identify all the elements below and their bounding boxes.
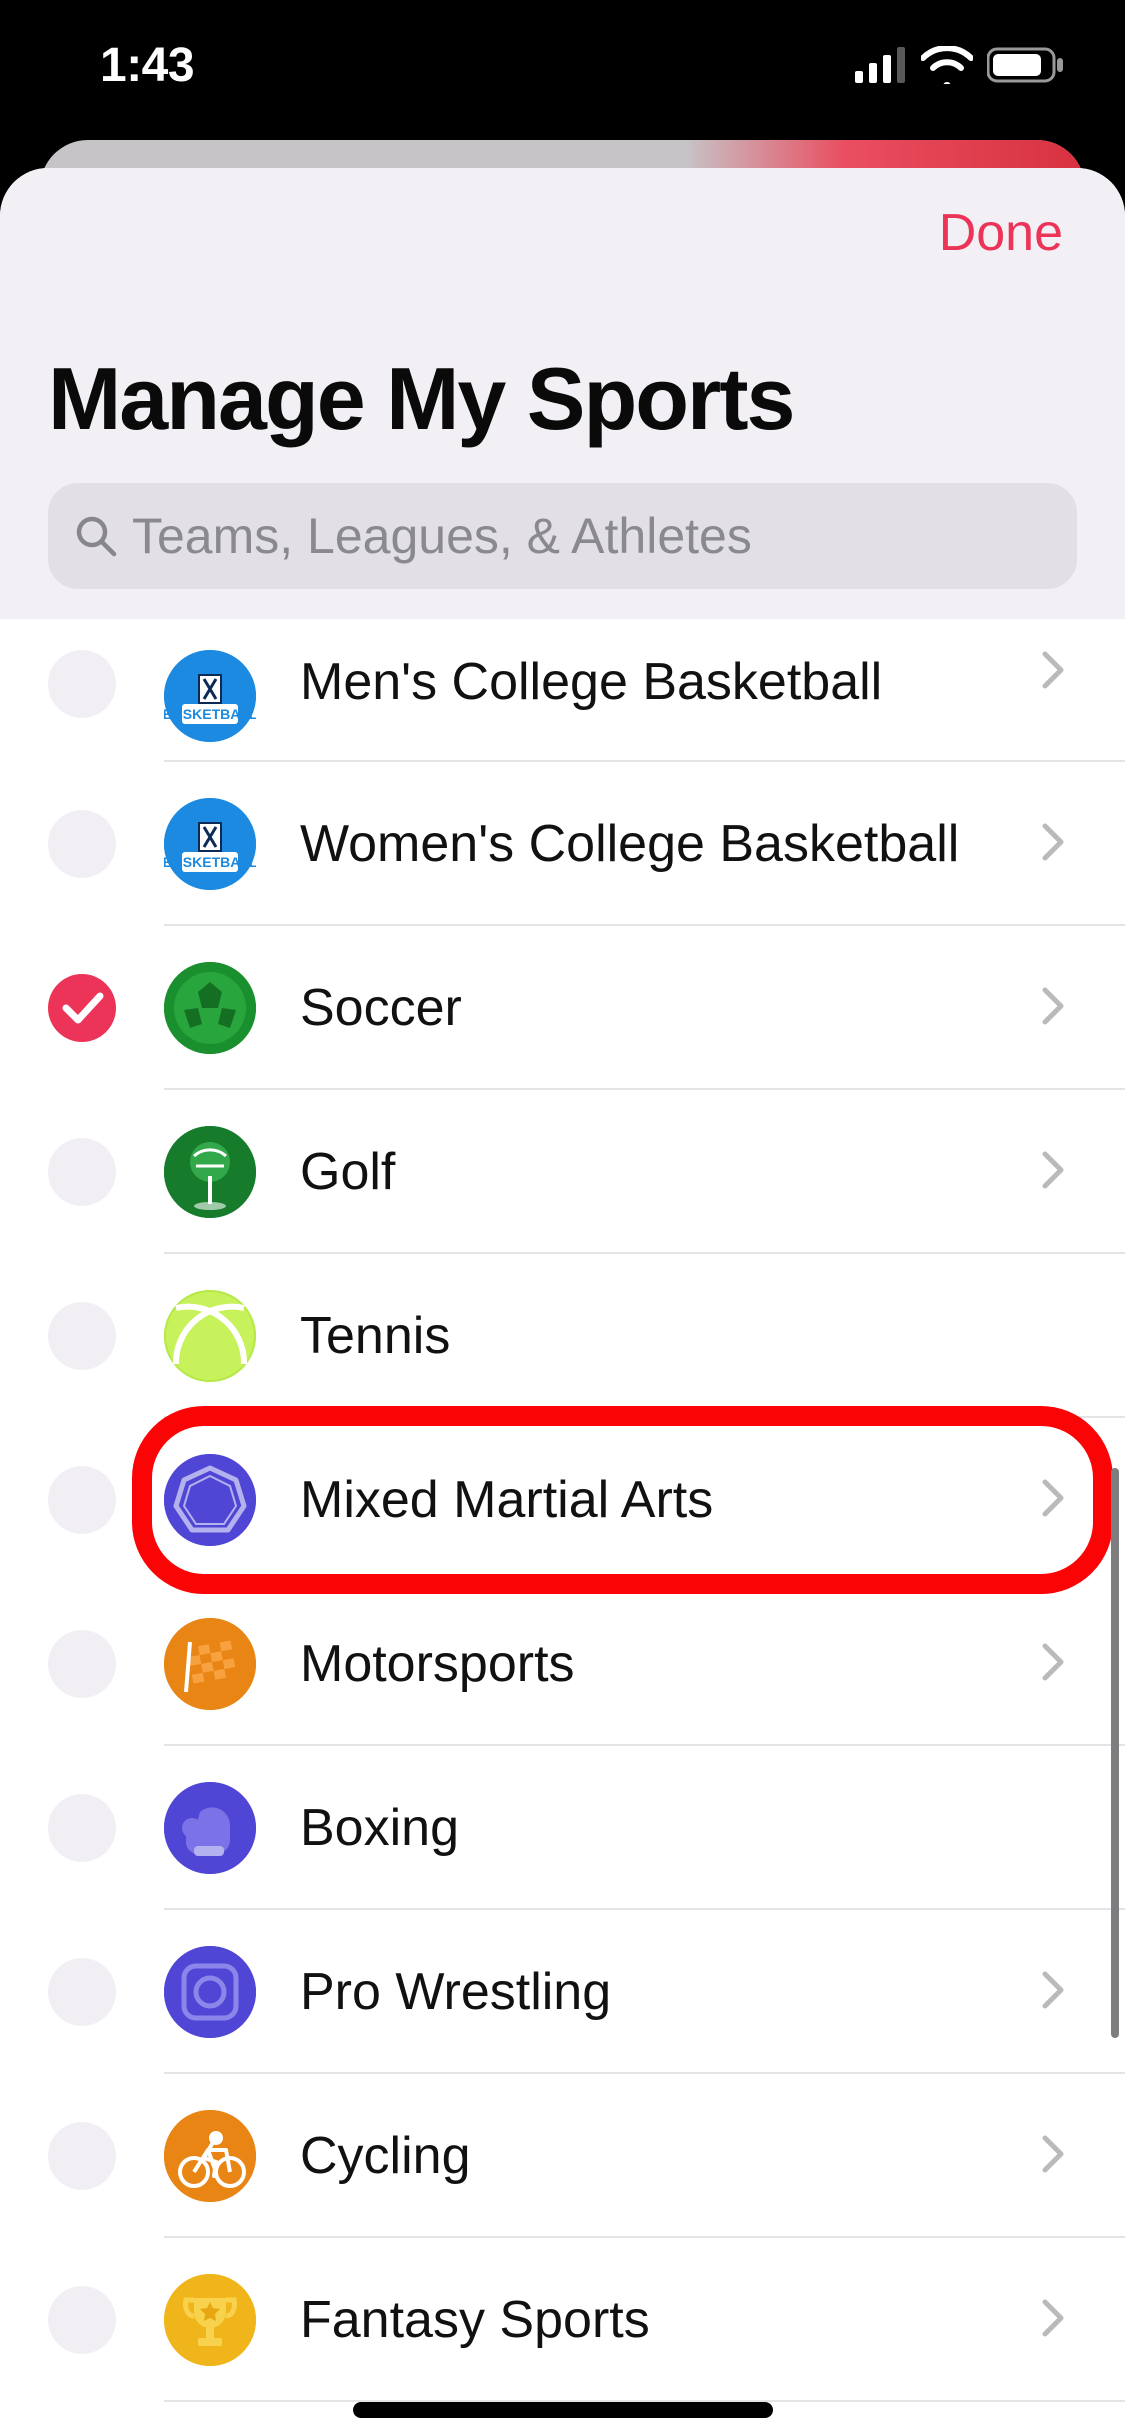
trophy-icon: [164, 2274, 256, 2366]
sport-label: Golf: [300, 1142, 1037, 1202]
add-sport-button[interactable]: [48, 650, 116, 718]
wrestling-icon: [164, 1946, 256, 2038]
modal-sheet: Done Manage My Sports Men's College Bask…: [0, 168, 1125, 2436]
chevron-right-icon: [1037, 2298, 1069, 2343]
sport-row-mens-college-basketball[interactable]: Men's College Basketball: [0, 646, 1125, 762]
sport-label: Tennis: [300, 1306, 1069, 1366]
search-field[interactable]: [48, 483, 1077, 589]
sport-row-pro-wrestling[interactable]: Pro Wrestling: [0, 1910, 1125, 2074]
chevron-right-icon: [1037, 1478, 1069, 1523]
sport-row-womens-college-basketball[interactable]: Women's College Basketball: [0, 762, 1125, 926]
sport-row-boxing[interactable]: Boxing: [0, 1746, 1125, 1910]
chevron-right-icon: [1037, 986, 1069, 1031]
sheet-header: Done Manage My Sports: [0, 168, 1125, 619]
sport-row-fantasy-sports[interactable]: Fantasy Sports: [0, 2238, 1125, 2402]
sport-row-mixed-martial-arts[interactable]: Mixed Martial Arts: [0, 1418, 1125, 1582]
sport-label: Soccer: [300, 978, 1037, 1038]
chevron-right-icon: [1037, 1970, 1069, 2015]
add-sport-button[interactable]: [48, 2122, 116, 2190]
ncaa-basketball-icon: [164, 798, 256, 890]
cellular-icon: [855, 47, 907, 83]
add-sport-button[interactable]: [48, 1302, 116, 1370]
sport-label: Mixed Martial Arts: [300, 1470, 1037, 1530]
search-input[interactable]: [132, 507, 1051, 565]
sport-label: Boxing: [300, 1798, 1069, 1858]
sport-row-motorsports[interactable]: Motorsports: [0, 1582, 1125, 1746]
add-sport-button[interactable]: [48, 1630, 116, 1698]
chevron-right-icon: [1037, 1150, 1069, 1195]
screen: 1:43 Done Manage My Sports Men's College…: [0, 0, 1125, 2436]
sport-row-soccer[interactable]: Soccer: [0, 926, 1125, 1090]
ncaa-basketball-icon: [164, 650, 256, 742]
add-sport-button[interactable]: [48, 1466, 116, 1534]
scroll-indicator: [1111, 1468, 1119, 2038]
sport-label: Pro Wrestling: [300, 1962, 1037, 2022]
battery-icon: [987, 46, 1065, 84]
sport-row-tennis[interactable]: Tennis: [0, 1254, 1125, 1418]
sports-list[interactable]: Men's College Basketball Women's College …: [0, 646, 1125, 2436]
done-button[interactable]: Done: [939, 203, 1063, 263]
wifi-icon: [921, 46, 973, 84]
sport-label: Motorsports: [300, 1634, 1037, 1694]
sport-label: Fantasy Sports: [300, 2290, 1037, 2350]
remove-sport-button[interactable]: [48, 974, 116, 1042]
sport-row-golf[interactable]: Golf: [0, 1090, 1125, 1254]
search-icon: [74, 514, 118, 558]
chevron-right-icon: [1037, 650, 1069, 695]
cycling-icon: [164, 2110, 256, 2202]
sport-row-cycling[interactable]: Cycling: [0, 2074, 1125, 2238]
mma-icon: [164, 1454, 256, 1546]
page-title: Manage My Sports: [48, 353, 1077, 445]
tennis-icon: [164, 1290, 256, 1382]
soccer-icon: [164, 962, 256, 1054]
chevron-right-icon: [1037, 2134, 1069, 2179]
add-sport-button[interactable]: [48, 1794, 116, 1862]
add-sport-button[interactable]: [48, 1958, 116, 2026]
status-time: 1:43: [100, 38, 194, 93]
sport-label: Women's College Basketball: [300, 814, 1037, 874]
chevron-right-icon: [1037, 822, 1069, 867]
status-bar: 1:43: [0, 0, 1125, 130]
add-sport-button[interactable]: [48, 2286, 116, 2354]
add-sport-button[interactable]: [48, 1138, 116, 1206]
status-indicators: [855, 46, 1065, 84]
sport-label: Men's College Basketball: [300, 652, 1037, 712]
home-indicator: [353, 2402, 773, 2418]
add-sport-button[interactable]: [48, 810, 116, 878]
chevron-right-icon: [1037, 1642, 1069, 1687]
boxing-icon: [164, 1782, 256, 1874]
sport-label: Cycling: [300, 2126, 1037, 2186]
flag-icon: [164, 1618, 256, 1710]
golf-icon: [164, 1126, 256, 1218]
